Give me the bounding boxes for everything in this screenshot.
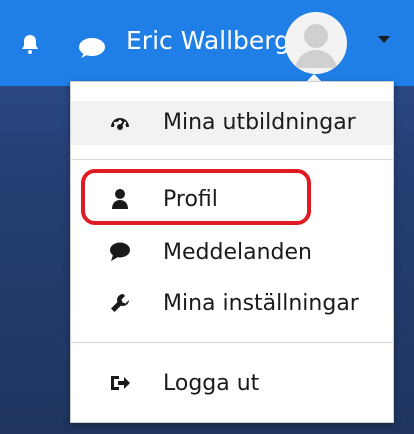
user-name[interactable]: Eric Wallberg — [126, 24, 290, 58]
menu-item-label: Mina utbildningar — [163, 110, 356, 135]
dashboard-icon — [111, 118, 129, 130]
menu-item-logga-ut[interactable]: Logga ut — [71, 362, 393, 406]
menu-item-mina-installningar[interactable]: Mina inställningar — [71, 282, 393, 326]
user-avatar-icon[interactable] — [285, 12, 347, 74]
bell-icon[interactable] — [18, 32, 42, 56]
wrench-icon — [111, 294, 129, 312]
menu-item-meddelanden[interactable]: Meddelanden — [71, 231, 393, 275]
menu-item-label: Logga ut — [163, 371, 260, 396]
profile-highlight-outline — [81, 169, 311, 225]
menu-divider — [71, 159, 393, 160]
top-navbar: Eric Wallberg — [0, 0, 414, 86]
sign-out-icon — [111, 376, 130, 390]
menu-item-label: Mina inställningar — [163, 291, 359, 316]
chat-icon[interactable] — [78, 37, 106, 59]
speech-bubble-icon — [110, 242, 130, 261]
menu-divider — [71, 342, 393, 343]
caret-down-icon[interactable] — [378, 36, 390, 43]
menu-item-mina-utbildningar[interactable]: Mina utbildningar — [71, 101, 393, 145]
menu-item-label: Meddelanden — [163, 240, 312, 265]
user-dropdown-menu: Mina utbildningar Profil Meddelanden Min… — [70, 81, 394, 423]
